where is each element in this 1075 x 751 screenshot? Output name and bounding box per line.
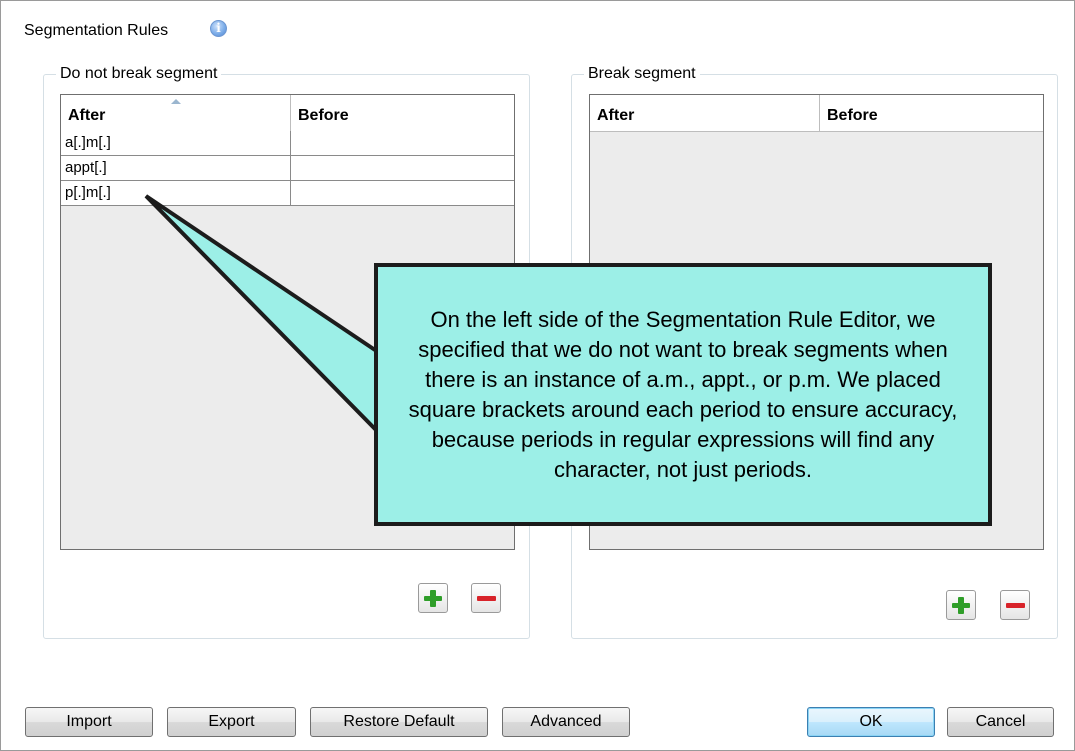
callout-text: On the left side of the Segmentation Rul…: [408, 306, 958, 482]
callout-box: On the left side of the Segmentation Rul…: [374, 263, 992, 526]
restore-default-button[interactable]: Restore Default: [310, 707, 488, 737]
advanced-button[interactable]: Advanced: [502, 707, 630, 737]
import-button[interactable]: Import: [25, 707, 153, 737]
export-button[interactable]: Export: [167, 707, 296, 737]
ok-button[interactable]: OK: [807, 707, 935, 737]
cancel-button[interactable]: Cancel: [947, 707, 1054, 737]
